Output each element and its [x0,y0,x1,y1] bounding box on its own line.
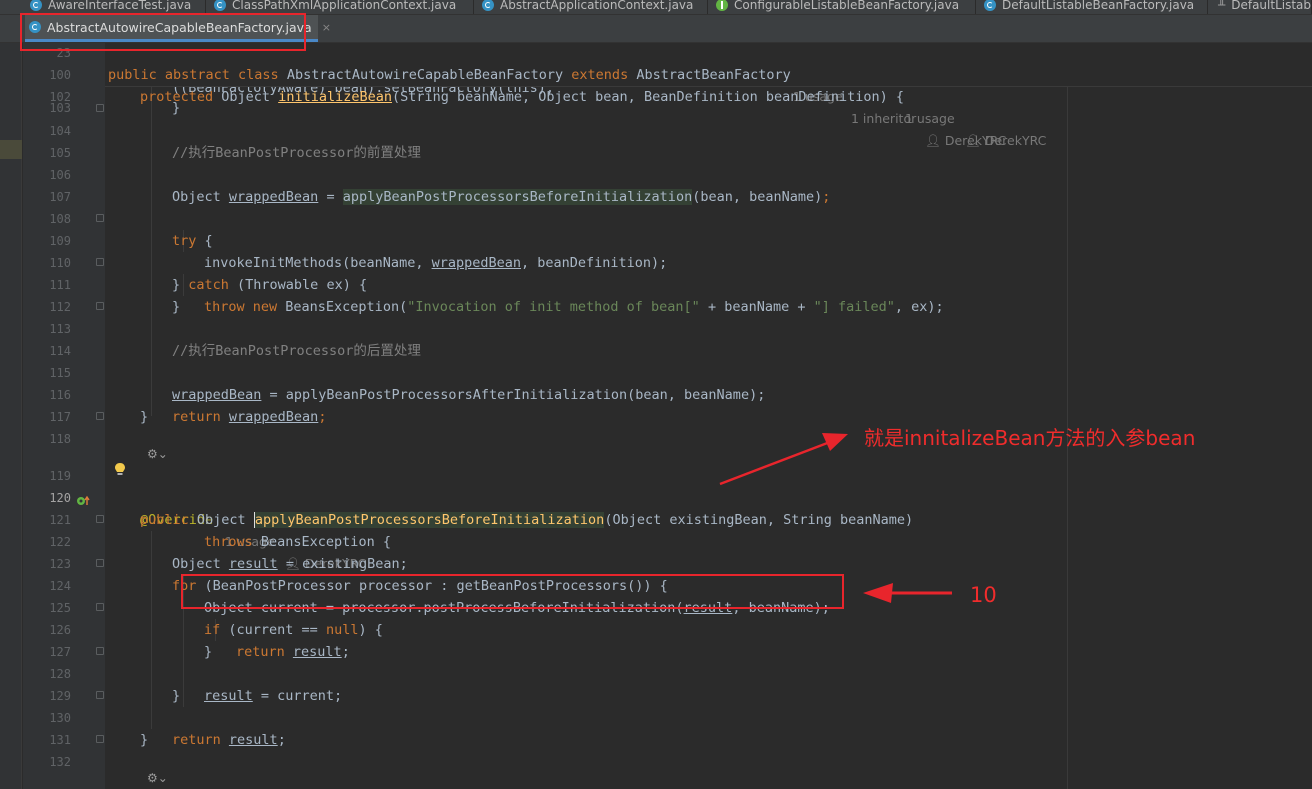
annotation-note-bean: 就是innitalizeBean方法的入参bean [864,426,1196,450]
code-line[interactable]: return result; [105,707,1312,748]
fold-marker-icon[interactable] [96,603,104,611]
editor-tab-strip: AbstractAutowireCapableBeanFactory.java … [0,15,1312,43]
bulb-icon[interactable] [114,462,126,485]
tab-default-listab[interactable]: ╨ DefaultListab [1208,0,1312,14]
code-line[interactable]: @Override 1 usage 👤︎ DerekYRC [105,462,1312,571]
line-number: 127 [49,645,71,659]
code-line[interactable]: for (BeanPostProcessor processor : getBe… [105,553,1312,594]
line-number: 119 [49,469,71,483]
code-line[interactable]: invokeInitMethods(beanName, wrappedBean,… [105,230,1312,271]
fold-marker-icon[interactable] [96,691,104,699]
line-number-gutter: 23 100 102 103 104 105 106 107 108 109 1… [23,43,105,789]
code-line[interactable]: } catch (Throwable ex) { [105,252,1312,293]
usage-hint[interactable]: 1 usage [905,108,955,130]
code-line[interactable]: Object wrappedBean = applyBeanPostProces… [105,164,1312,205]
line-number: 100 [49,68,71,82]
line-number: 116 [49,388,71,402]
line-number: 108 [49,212,71,226]
line-number: 114 [49,344,71,358]
highlight-box-line-124 [181,574,844,609]
sticky-lines-panel: public abstract class AbstractAutowireCa… [105,43,1312,148]
line-number: 109 [49,234,71,248]
code-line[interactable]: Object result = existingBean; [105,531,1312,572]
code-line[interactable]: //执行BeanPostProcessor的后置处理 [105,340,1312,362]
code-line[interactable]: result = current; [105,663,1312,704]
line-number: 23 [56,46,71,60]
line-number: 113 [49,322,71,336]
line-number: 115 [49,366,71,380]
tool-window-strip [0,43,22,789]
tab-abstract-autowire-capable-bean-factory[interactable]: AbstractAutowireCapableBeanFactory.java … [25,15,331,42]
fold-marker-icon[interactable] [96,559,104,567]
line-number: 123 [49,557,71,571]
line-number: 125 [49,601,71,615]
line-number: 112 [49,300,71,314]
line-number-current: 120 [49,491,71,505]
code-line[interactable]: return result; [105,619,1312,660]
line-number: 126 [49,623,71,637]
code-line[interactable]: throws BeansException { [105,509,1312,550]
editor-tab-strip-top: AwareInterfaceTest.java ClassPathXmlAppl… [0,0,1312,15]
fold-marker-icon[interactable] [96,214,104,222]
structure-icon: ╨ [1218,0,1226,12]
line-number: 122 [49,535,71,549]
line-number: 131 [49,733,71,747]
line-number: 130 [49,711,71,725]
class-icon [30,0,42,11]
annotation-note-step: 10 [970,583,997,607]
interface-icon [716,0,728,11]
close-tab-icon[interactable]: × [322,21,331,34]
line-number: 107 [49,190,71,204]
code-line[interactable]: } [105,685,1312,707]
code-line[interactable]: return wrappedBean; [105,384,1312,425]
gear-icon[interactable]: ⚙︎⌄ [147,447,168,461]
line-number: 129 [49,689,71,703]
code-line[interactable]: throw new BeansException("Invocation of … [105,274,1312,315]
class-icon [29,21,41,33]
line-number: 106 [49,168,71,182]
current-line-marker [0,140,22,159]
code-line[interactable]: wrappedBean = applyBeanPostProcessorsAft… [105,362,1312,403]
fold-marker-icon[interactable] [96,104,104,112]
fold-marker-icon[interactable] [96,258,104,266]
person-icon: 👤︎ [965,133,985,148]
sticky-class-line[interactable]: public abstract class AbstractAutowireCa… [105,43,1312,148]
line-number: 118 [49,432,71,446]
class-icon [984,0,996,11]
code-line[interactable]: } [105,296,1312,318]
tab-configurable-listable-bean-factory[interactable]: ConfigurableListableBeanFactory.java [708,0,976,14]
code-line-current[interactable]: public Object applyBeanPostProcessorsBef… [105,487,1312,528]
class-icon [214,0,226,11]
fold-marker-icon[interactable] [96,647,104,655]
line-number: 124 [49,579,71,593]
fold-marker-icon[interactable] [96,515,104,523]
code-editor[interactable]: public abstract class AbstractAutowireCa… [105,43,1312,789]
code-line[interactable]: } [105,641,1312,663]
line-number: 110 [49,256,71,270]
line-number: 121 [49,513,71,527]
line-number: 111 [49,278,71,292]
code-line[interactable]: //执行BeanPostProcessor的前置处理 [105,142,1312,164]
author-hint[interactable]: 👤︎ DerekYRC [965,130,1046,152]
line-number: 117 [49,410,71,424]
person-icon: 👤︎ [925,133,945,148]
line-number: 128 [49,667,71,681]
line-number: 132 [49,755,71,769]
gear-icon[interactable]: ⚙︎⌄ [147,771,168,785]
line-number: 103 [49,101,71,115]
sticky-method-line[interactable]: protected Object initializeBean(String b… [105,64,1312,148]
code-line[interactable]: try { [105,208,1312,249]
tab-aware-interface-test[interactable]: AwareInterfaceTest.java [22,0,206,14]
line-number: 105 [49,146,71,160]
class-icon [482,0,494,11]
code-line[interactable]: } [105,729,1312,751]
fold-marker-icon[interactable] [96,412,104,420]
tab-default-listable-bean-factory[interactable]: DefaultListableBeanFactory.java [976,0,1208,14]
tab-classpath-xml-app-context[interactable]: ClassPathXmlApplicationContext.java [206,0,474,14]
override-gutter-icon[interactable] [76,492,90,505]
line-number: 104 [49,124,71,138]
fold-marker-icon[interactable] [96,302,104,310]
tab-abstract-app-context[interactable]: AbstractApplicationContext.java [474,0,708,14]
fold-marker-icon[interactable] [96,735,104,743]
